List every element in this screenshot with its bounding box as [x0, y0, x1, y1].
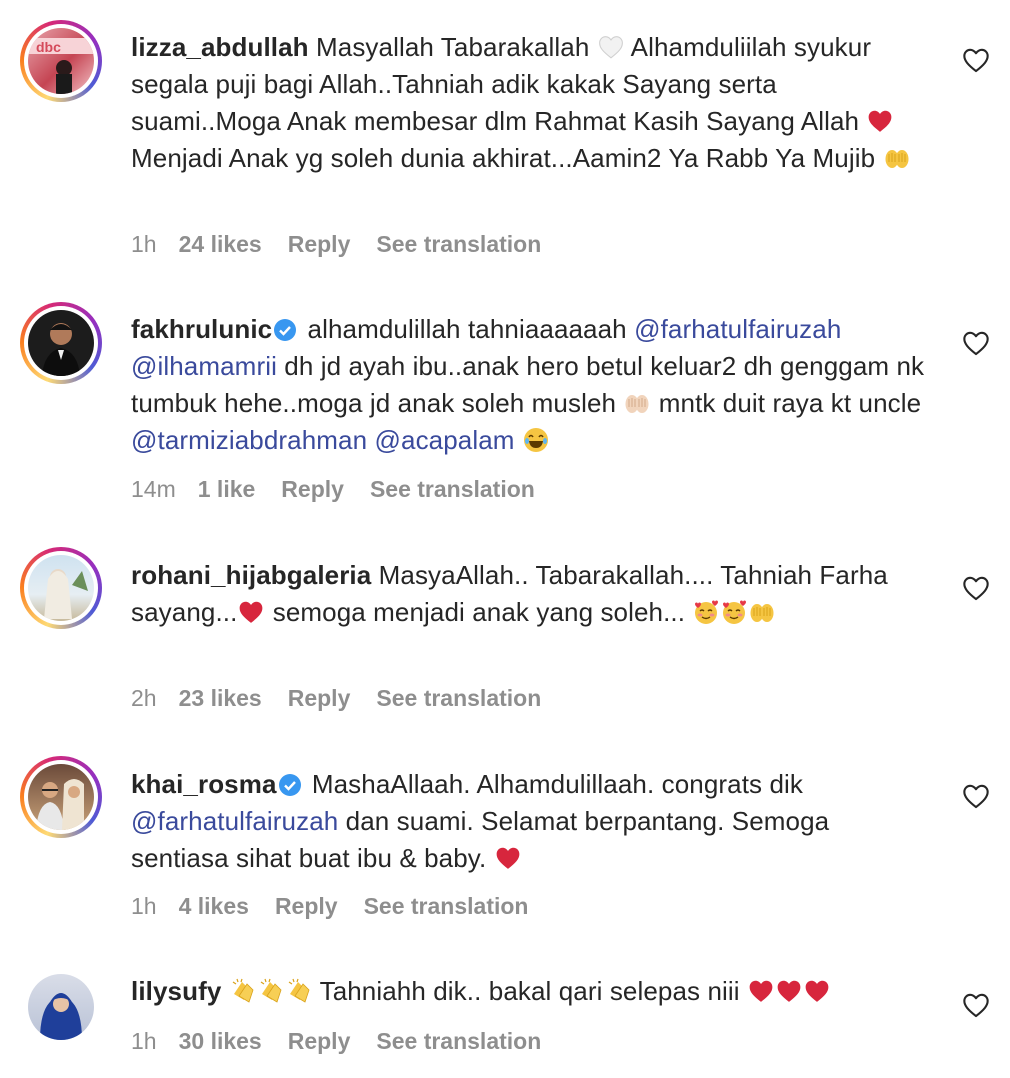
clapping-hands-emoji — [230, 978, 256, 1004]
svg-text:dbc: dbc — [36, 39, 61, 55]
mention-link[interactable]: @tarmiziabdrahman — [131, 425, 367, 455]
see-translation-button[interactable]: See translation — [370, 476, 535, 502]
blushing-hearts-emoji — [721, 599, 747, 625]
avatar[interactable]: dbc — [20, 20, 102, 102]
comment-time: 1h — [131, 893, 157, 919]
praying-hands-emoji — [749, 599, 775, 625]
avatar[interactable] — [20, 966, 102, 1048]
comment-time: 2h — [131, 685, 157, 711]
see-translation-button[interactable]: See translation — [364, 893, 529, 919]
comment-username[interactable]: fakhrulunic — [131, 314, 272, 344]
red-heart-emoji — [804, 978, 830, 1004]
comment-meta: 14m 1 like Reply See translation — [131, 476, 561, 503]
red-heart-emoji — [867, 108, 893, 134]
comment-meta: 2h 23 likes Reply See translation — [131, 685, 567, 712]
red-heart-emoji — [748, 978, 774, 1004]
see-translation-button[interactable]: See translation — [376, 231, 541, 257]
white-heart-emoji — [598, 34, 624, 60]
likes-count[interactable]: 30 likes — [179, 1028, 262, 1054]
comment-username[interactable]: lilysufy — [131, 976, 221, 1006]
mention-link[interactable]: @ilhamamrii — [131, 351, 277, 381]
likes-count[interactable]: 1 like — [198, 476, 256, 502]
like-heart-icon[interactable] — [962, 992, 990, 1018]
red-heart-emoji — [776, 978, 802, 1004]
reply-button[interactable]: Reply — [288, 685, 351, 711]
like-heart-icon[interactable] — [962, 330, 990, 356]
like-heart-icon[interactable] — [962, 783, 990, 809]
avatar[interactable] — [20, 547, 102, 629]
comment-username[interactable]: khai_rosma — [131, 769, 277, 799]
clapping-hands-emoji — [286, 978, 312, 1004]
comment-username[interactable]: rohani_hijabgaleria — [131, 560, 371, 590]
likes-count[interactable]: 23 likes — [179, 685, 262, 711]
praying-hands-emoji — [884, 145, 910, 171]
comment-time: 14m — [131, 476, 176, 502]
reply-button[interactable]: Reply — [288, 1028, 351, 1054]
comment-meta: 1h 24 likes Reply See translation — [131, 231, 567, 258]
clapping-hands-emoji — [258, 978, 284, 1004]
reply-button[interactable]: Reply — [288, 231, 351, 257]
reply-button[interactable]: Reply — [275, 893, 338, 919]
comment-text: lizza_abdullah Masyallah Tabarakallah Al… — [131, 29, 931, 177]
mention-link[interactable]: @farhatulfairuzah — [131, 806, 338, 836]
praying-hands-emoji — [624, 390, 650, 416]
reply-button[interactable]: Reply — [281, 476, 344, 502]
comment-username[interactable]: lizza_abdullah — [131, 32, 309, 62]
comment-text: rohani_hijabgaleria MasyaAllah.. Tabarak… — [131, 560, 888, 627]
comment-time: 1h — [131, 231, 157, 257]
avatar[interactable] — [20, 756, 102, 838]
red-heart-emoji — [495, 845, 521, 871]
see-translation-button[interactable]: See translation — [376, 1028, 541, 1054]
comment-time: 1h — [131, 1028, 157, 1054]
verified-badge-icon — [274, 319, 297, 341]
like-heart-icon[interactable] — [962, 47, 990, 73]
comment-text: lilysufy Tahniahh dik.. bakal qari selep… — [131, 973, 931, 1010]
comment-text: khai_rosma MashaAllaah. Alhamdulillaah. … — [131, 769, 830, 873]
likes-count[interactable]: 4 likes — [179, 893, 249, 919]
laughing-emoji — [523, 427, 549, 453]
comment-meta: 1h 30 likes Reply See translation — [131, 1028, 567, 1055]
mention-link[interactable]: @acapalam — [375, 425, 515, 455]
comment-text: fakhrulunic alhamdulillah tahniaaaaaah @… — [131, 314, 925, 455]
mention-link[interactable]: @farhatulfairuzah — [634, 314, 841, 344]
see-translation-button[interactable]: See translation — [376, 685, 541, 711]
like-heart-icon[interactable] — [962, 575, 990, 601]
likes-count[interactable]: 24 likes — [179, 231, 262, 257]
verified-badge-icon — [278, 774, 301, 796]
red-heart-emoji — [238, 599, 264, 625]
comment-meta: 1h 4 likes Reply See translation — [131, 893, 554, 920]
blushing-hearts-emoji — [693, 599, 719, 625]
avatar[interactable] — [20, 302, 102, 384]
